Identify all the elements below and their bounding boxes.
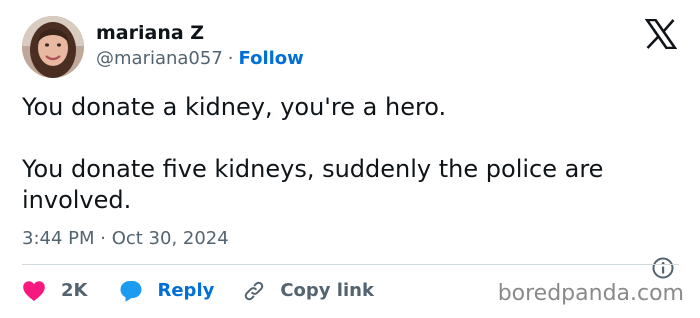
action-bar: 2K Reply Copy link	[22, 277, 374, 305]
follow-button[interactable]: Follow	[239, 48, 304, 69]
tweet-paragraph: You donate five kidneys, suddenly the po…	[22, 155, 604, 214]
author-meta: @mariana057 · Follow	[96, 47, 304, 71]
like-count: 2K	[61, 280, 88, 301]
reply-button[interactable]: Reply	[119, 279, 214, 303]
avatar[interactable]	[22, 16, 84, 78]
like-button[interactable]: 2K	[22, 279, 87, 303]
author-handle[interactable]: @mariana057	[96, 48, 223, 69]
tweet-text: You donate a kidney, you're a hero. You …	[22, 92, 682, 216]
avatar-photo	[22, 16, 84, 78]
speech-bubble-icon	[120, 281, 142, 302]
meta-separator: ·	[227, 48, 234, 69]
divider	[22, 264, 679, 265]
author-name[interactable]: mariana Z	[96, 21, 204, 45]
link-icon	[245, 281, 264, 301]
tweet-card: mariana Z @mariana057 · Follow You donate …	[0, 0, 700, 318]
tweet-timestamp[interactable]: 3:44 PM · Oct 30, 2024	[22, 227, 229, 251]
copy-link-label: Copy link	[280, 280, 374, 301]
info-icon[interactable]	[651, 256, 675, 280]
heart-icon	[23, 281, 45, 301]
copy-link-button[interactable]: Copy link	[242, 279, 374, 303]
reply-label: Reply	[157, 280, 215, 301]
tweet-paragraph: You donate a kidney, you're a hero.	[22, 93, 447, 121]
watermark: boredpanda.com	[497, 281, 684, 306]
x-logo-icon[interactable]	[645, 19, 677, 49]
